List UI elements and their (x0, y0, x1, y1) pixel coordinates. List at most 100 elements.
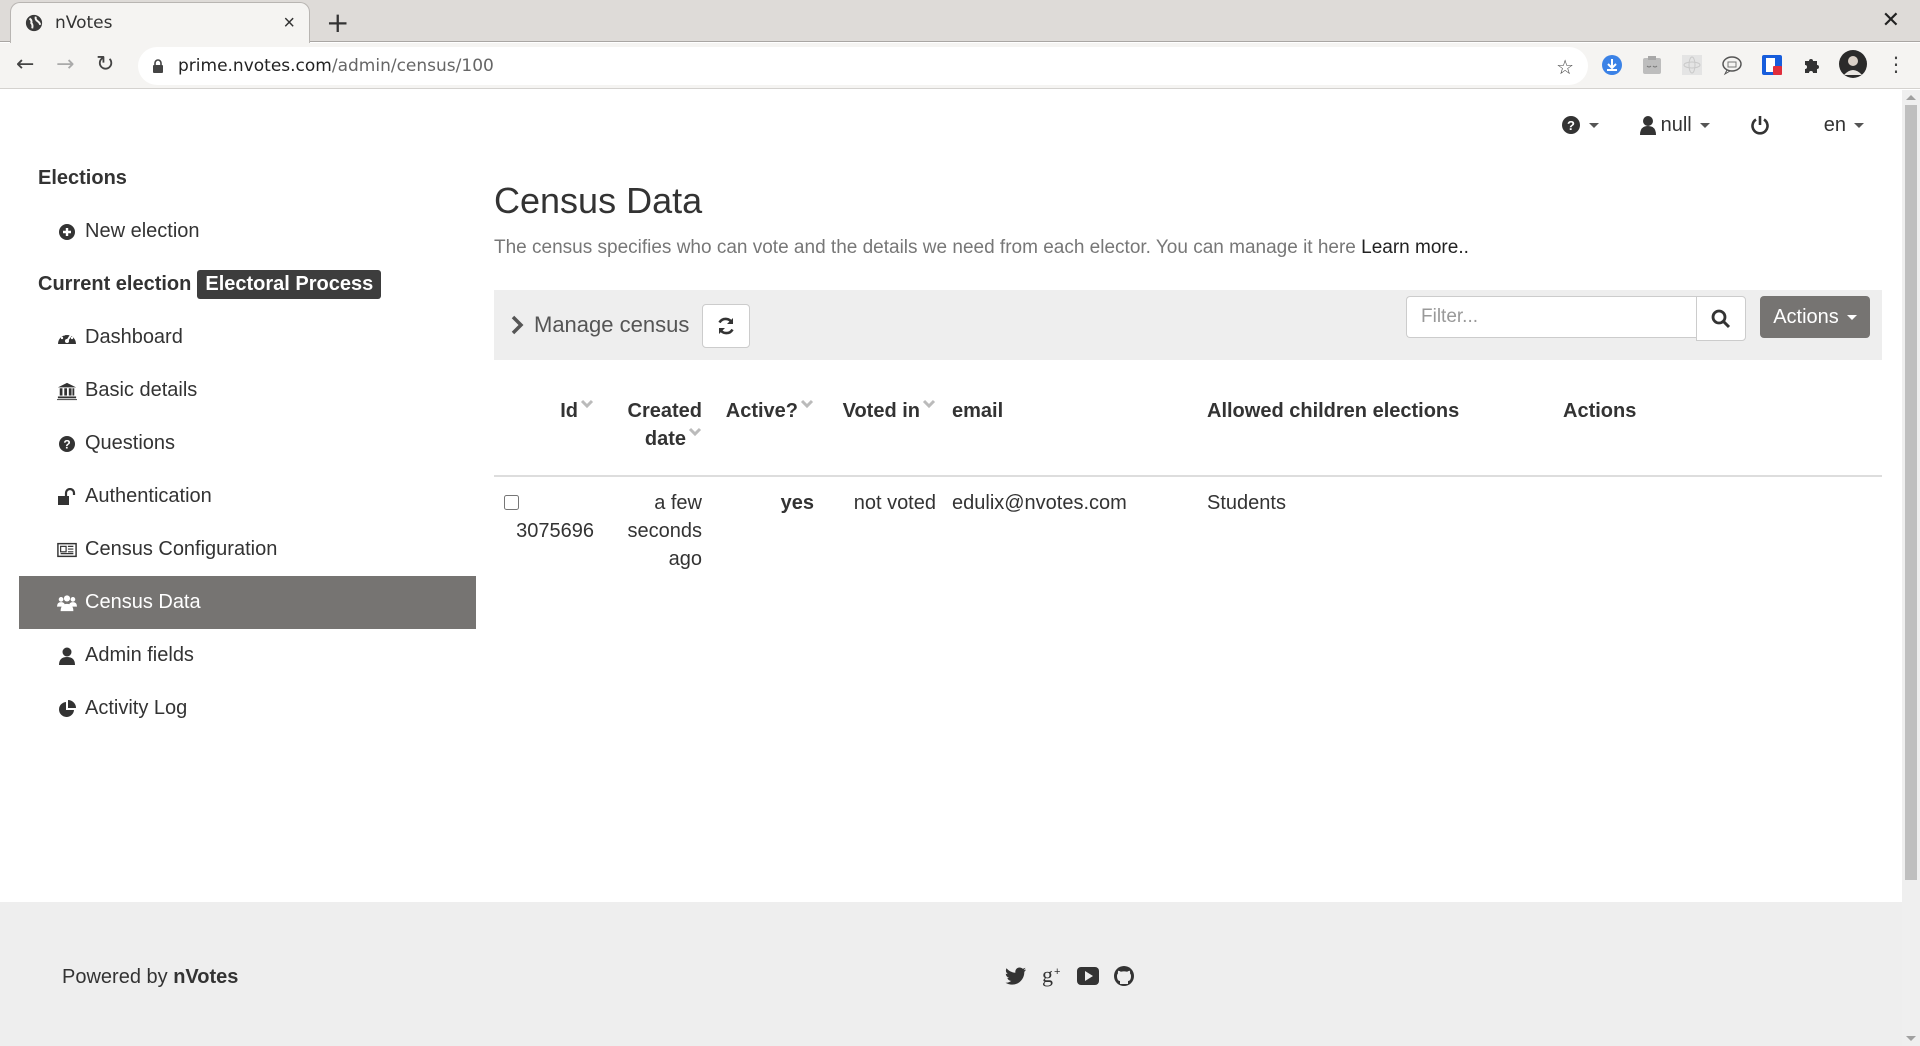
github-icon[interactable] (1112, 964, 1136, 988)
refresh-button[interactable] (702, 304, 750, 348)
search-button[interactable] (1696, 296, 1746, 341)
scroll-up-arrow-icon[interactable] (1906, 95, 1916, 100)
scrollbar-thumb[interactable] (1905, 105, 1917, 880)
window-close-button[interactable]: ✕ (1882, 8, 1900, 33)
users-icon (57, 593, 77, 613)
svg-text:?: ? (63, 437, 70, 451)
sidebar-item-questions[interactable]: ? Questions (19, 417, 476, 470)
cell-voted-in: not voted (853, 492, 936, 514)
table-header-row: Id Created date Active? Voted in email A… (494, 386, 1882, 477)
chevron-right-icon (511, 315, 524, 335)
forward-button[interactable]: → (56, 52, 74, 77)
browser-tab-bar: nVotes × + ✕ (0, 0, 1920, 43)
refresh-icon (718, 317, 734, 335)
extensions-puzzle-icon[interactable] (1800, 53, 1824, 77)
sidebar-item-dashboard[interactable]: Dashboard (19, 311, 476, 364)
bookmark-star-icon[interactable]: ☆ (1556, 55, 1574, 80)
sidebar-item-label: Activity Log (85, 697, 188, 719)
sidebar-item-census-configuration[interactable]: Census Configuration (19, 523, 476, 576)
question-circle-icon: ? (1561, 116, 1580, 134)
cell-created-date: a few seconds ago (602, 476, 710, 585)
nvotes-link[interactable]: nVotes (173, 966, 238, 988)
actions-dropdown-button[interactable]: Actions (1760, 296, 1870, 338)
sidebar-item-label: Authentication (85, 485, 212, 507)
filter-input[interactable] (1406, 296, 1696, 338)
tab-close-icon[interactable]: × (283, 12, 295, 35)
learn-more-link[interactable]: Learn more.. (1361, 237, 1469, 258)
react-devtools-extension-icon[interactable] (1680, 53, 1704, 77)
language-label: en (1823, 113, 1846, 136)
user-name: null (1660, 113, 1692, 136)
row-checkbox[interactable] (504, 495, 519, 510)
back-button[interactable]: ← (16, 52, 34, 77)
manage-census-label: Manage census (534, 312, 690, 337)
newspaper-icon (57, 540, 77, 560)
svg-text:?: ? (1567, 118, 1575, 133)
sidebar-item-census-data[interactable]: Census Data (19, 576, 476, 629)
globe-icon (25, 14, 43, 32)
column-label: Id (560, 400, 578, 422)
unlock-icon (57, 487, 77, 507)
reload-button[interactable]: ↻ (96, 52, 114, 77)
sidebar-item-label: Census Configuration (85, 538, 278, 560)
profile-avatar[interactable] (1838, 49, 1868, 79)
bitwarden-extension-icon[interactable] (1760, 53, 1784, 77)
column-header-id[interactable]: Id (494, 386, 602, 477)
column-header-email: email (944, 386, 1199, 477)
power-icon (1750, 116, 1769, 135)
column-label: Voted in (842, 400, 920, 422)
page-title: Census Data (494, 180, 703, 221)
svg-text:g: g (1042, 964, 1053, 987)
sidebar-item-basic-details[interactable]: Basic details (19, 364, 476, 417)
user-icon (57, 646, 77, 666)
chevron-down-icon (1846, 314, 1857, 320)
sidebar-item-authentication[interactable]: Authentication (19, 470, 476, 523)
logout-button[interactable] (1750, 115, 1770, 135)
youtube-icon[interactable] (1076, 964, 1100, 988)
browser-tab[interactable]: nVotes × (10, 2, 310, 43)
description-text: The census specifies who can vote and th… (494, 237, 1356, 258)
manage-census-bar: Manage census Actions (494, 290, 1882, 360)
sidebar-item-new-election[interactable]: New election (19, 205, 476, 258)
user-icon (1639, 116, 1656, 135)
sidebar-item-label: Questions (85, 432, 176, 454)
help-dropdown[interactable]: ? (1561, 115, 1599, 135)
pie-chart-icon (57, 699, 77, 719)
scroll-down-arrow-icon[interactable] (1906, 1036, 1916, 1041)
clipboard-extension-icon[interactable] (1640, 53, 1664, 77)
column-label: Created (627, 400, 702, 422)
chat-extension-icon[interactable] (1720, 53, 1744, 77)
lock-icon (153, 59, 163, 73)
actions-label: Actions (1773, 305, 1839, 328)
sidebar-item-label: Admin fields (85, 644, 194, 666)
current-election-badge: Electoral Process (197, 270, 382, 299)
page-scrollbar[interactable] (1902, 90, 1920, 1046)
column-header-active[interactable]: Active? (710, 386, 822, 477)
sort-chevron-icon (922, 399, 936, 409)
user-dropdown[interactable]: null (1639, 114, 1710, 137)
column-label: Actions (1563, 400, 1637, 422)
footer: Powered by nVotes g + (0, 902, 1902, 1046)
sidebar-item-activity-log[interactable]: Activity Log (19, 682, 476, 735)
question-circle-icon: ? (57, 434, 77, 454)
page: ? null en Elections New election Current… (0, 90, 1902, 1046)
new-tab-button[interactable]: + (326, 6, 349, 39)
sidebar-item-admin-fields[interactable]: Admin fields (19, 629, 476, 682)
column-header-voted-in[interactable]: Voted in (822, 386, 944, 477)
download-extension-icon[interactable] (1600, 53, 1624, 77)
social-links: g + (1004, 964, 1136, 988)
column-label: email (952, 400, 1004, 422)
google-plus-icon[interactable]: g + (1040, 964, 1064, 988)
browser-menu-button[interactable]: ⋮ (1886, 52, 1906, 76)
address-bar[interactable]: prime.nvotes.com/admin/census/100 ☆ (138, 47, 1588, 85)
powered-by-text: Powered by (62, 966, 168, 988)
cell-id: 3075696 (494, 476, 602, 585)
language-dropdown[interactable]: en (1824, 114, 1864, 137)
twitter-icon[interactable] (1004, 964, 1028, 988)
current-election-label: Current election (38, 273, 192, 295)
column-header-created-date[interactable]: Created date (602, 386, 710, 477)
manage-census-toggle[interactable]: Manage census (510, 312, 689, 338)
filter-group (1406, 296, 1746, 341)
column-label: Active? (725, 400, 798, 422)
sidebar-item-label: Dashboard (85, 326, 183, 348)
